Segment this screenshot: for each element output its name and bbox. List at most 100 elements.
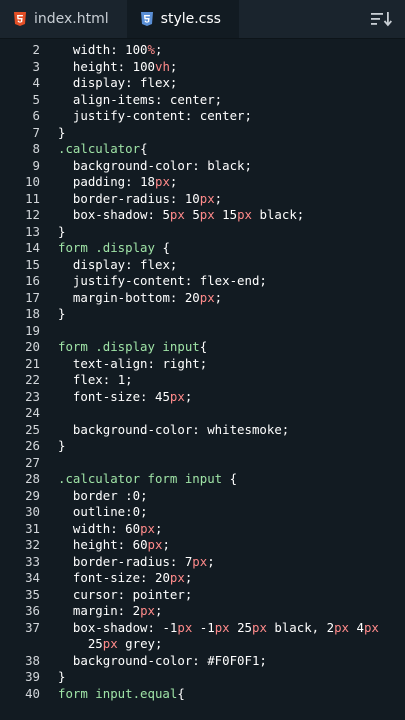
line-number: 28 <box>25 471 40 486</box>
code-line[interactable]: 23 font-size: 45px; <box>0 389 405 406</box>
code-text: background-color: #F0F0F1; <box>58 653 405 670</box>
code-line[interactable]: 39} <box>0 669 405 686</box>
code-line[interactable]: 34 font-size: 20px; <box>0 570 405 587</box>
code-line[interactable]: 22 flex: 1; <box>0 372 405 389</box>
line-number: 13 <box>25 223 40 239</box>
code-line[interactable]: 35 cursor: pointer; <box>0 587 405 604</box>
code-text: text-align: right; <box>58 356 405 373</box>
code-line[interactable]: 3 height: 100vh; <box>0 59 405 76</box>
css-token: 25 <box>237 619 252 635</box>
code-text: box-shadow: -1px -1px 25px black, 2px 4p… <box>58 620 405 637</box>
code-text: width: 60px; <box>58 521 405 538</box>
css-token: 20 <box>154 570 170 585</box>
code-line[interactable]: 15 display: flex; <box>0 257 405 274</box>
css-unit: px <box>192 553 208 569</box>
code-line[interactable]: 18} <box>0 306 405 323</box>
code-line[interactable]: 37 box-shadow: -1px -1px 25px black, 2px… <box>0 620 405 637</box>
code-line[interactable]: 25 background-color: whitesmoke; <box>0 422 405 439</box>
code-line[interactable]: 8 .calculator{ <box>0 141 405 158</box>
line-number: 34 <box>25 570 40 585</box>
css-token: 5 <box>162 207 170 222</box>
code-line[interactable]: 19 <box>0 323 405 340</box>
css-unit: px <box>169 207 185 222</box>
code-line[interactable]: 32 height: 60px; <box>0 537 405 554</box>
code-line[interactable]: 5 align-items: center; <box>0 92 405 109</box>
code-line[interactable]: 21 text-align: right; <box>0 356 405 373</box>
line-number: 33 <box>25 553 40 569</box>
code-text: } <box>58 125 405 142</box>
tab-style-css[interactable]: style.css <box>126 0 239 38</box>
code-line[interactable]: 30 outline:0; <box>0 504 405 521</box>
line-number: 23 <box>25 388 40 404</box>
css-unit: px <box>214 619 230 635</box>
code-line[interactable]: 25px grey; <box>0 636 405 653</box>
css-selector: form .display input <box>58 339 200 354</box>
code-line[interactable]: 24 <box>0 405 405 422</box>
code-line[interactable]: 33 border-radius: 7px; <box>0 554 405 571</box>
css-token: border : <box>72 487 133 503</box>
code-line[interactable]: 28 .calculator form input { <box>0 471 405 488</box>
code-line[interactable]: 31 width: 60px; <box>0 521 405 538</box>
code-line[interactable]: 6 justify-content: center; <box>0 108 405 125</box>
code-line[interactable]: 2 width: 100%; <box>0 42 405 59</box>
css-token: text-align: right; <box>72 355 208 371</box>
css-unit: vh <box>155 58 170 74</box>
css-unit: px <box>199 190 215 206</box>
code-line[interactable]: 29 border :0; <box>0 488 405 505</box>
css-token: 10 <box>184 190 200 206</box>
line-number: 19 <box>25 322 40 338</box>
code-text: border-radius: 10px; <box>58 191 405 208</box>
code-line[interactable]: 4 display: flex; <box>0 75 405 92</box>
css-token: } <box>58 223 66 239</box>
code-line[interactable]: 12 box-shadow: 5px 5px 15px black; <box>0 207 405 224</box>
css-token: justify-content: flex-end; <box>72 273 267 288</box>
code-line[interactable]: 7} <box>0 125 405 142</box>
tab-label: index.html <box>34 11 109 27</box>
css-unit: % <box>147 42 155 57</box>
sort-lines-icon[interactable] <box>371 9 393 29</box>
css-unit: px <box>363 619 379 635</box>
css-token: ; <box>155 603 163 618</box>
css-token: 45 <box>154 388 170 404</box>
line-number: 6 <box>32 108 40 123</box>
code-line[interactable]: 36 margin: 2px; <box>0 603 405 620</box>
code-text: height: 60px; <box>58 537 405 554</box>
line-number: 7 <box>32 124 40 140</box>
code-line[interactable]: 38 background-color: #F0F0F1; <box>0 653 405 670</box>
code-text: width: 100%; <box>58 42 405 59</box>
code-text: align-items: center; <box>58 92 405 109</box>
code-line[interactable]: 16 justify-content: flex-end; <box>0 273 405 290</box>
code-text: justify-content: center; <box>58 108 405 125</box>
code-text: display: flex; <box>58 257 405 274</box>
code-text: margin: 2px; <box>58 603 405 620</box>
code-text: justify-content: flex-end; <box>58 273 405 290</box>
code-text: cursor: pointer; <box>58 587 405 604</box>
css-token: ; <box>207 553 215 569</box>
code-line[interactable]: 14 form .display { <box>0 240 405 257</box>
css-token: justify-content: center; <box>72 108 252 123</box>
code-line[interactable]: 20 form .display input{ <box>0 339 405 356</box>
css-token: grey; <box>117 636 163 651</box>
css-unit: px <box>169 388 185 404</box>
css-token: } <box>58 438 66 453</box>
code-line[interactable]: 26} <box>0 438 405 455</box>
code-editor[interactable]: 2 width: 100%; 3 height: 100vh; 4 display:… <box>0 39 405 720</box>
line-number: 30 <box>25 504 40 519</box>
css-token: ; <box>169 174 178 189</box>
code-line[interactable]: 10 padding: 18px; <box>0 174 405 191</box>
code-line[interactable]: 40 form input.equal{ <box>0 686 405 703</box>
css-token: 4 <box>356 619 364 635</box>
code-line[interactable]: 13} <box>0 224 405 241</box>
code-line[interactable]: 11 border-radius: 10px; <box>0 191 405 208</box>
css-token: ; <box>214 190 223 206</box>
css-token: 5 <box>192 207 200 222</box>
line-number: 17 <box>25 289 40 305</box>
css-token: ; <box>162 537 170 552</box>
css-token: border-radius: <box>72 190 185 206</box>
code-line[interactable]: 27 <box>0 455 405 472</box>
line-number: 18 <box>25 306 40 321</box>
tab-index-html[interactable]: index.html <box>0 0 127 38</box>
css-token: background-color: #F0F0F1; <box>72 652 267 668</box>
code-line[interactable]: 17 margin-bottom: 20px; <box>0 290 405 307</box>
code-line[interactable]: 9 background-color: black; <box>0 158 405 175</box>
